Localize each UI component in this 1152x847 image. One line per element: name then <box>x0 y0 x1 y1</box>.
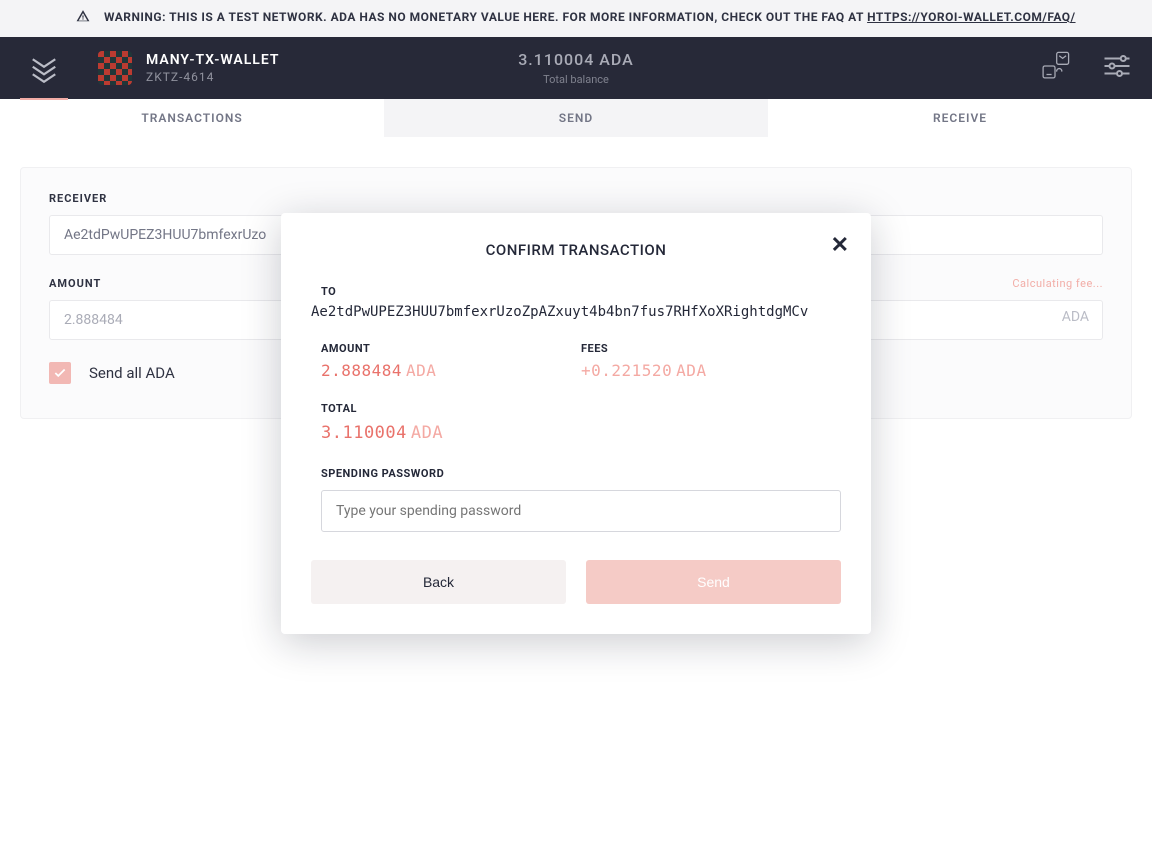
modal-overlay: CONFIRM TRANSACTION ✕ TO Ae2tdPwUPEZ3HUU… <box>0 0 1152 847</box>
to-address: Ae2tdPwUPEZ3HUU7bmfexrUzoZpAZxuyt4b4bn7f… <box>311 304 841 320</box>
spending-password-label: SPENDING PASSWORD <box>321 467 841 480</box>
to-label: TO <box>321 285 841 298</box>
spending-password-input[interactable] <box>321 490 841 532</box>
total-label: TOTAL <box>321 402 841 415</box>
back-button[interactable]: Back <box>311 560 566 604</box>
fees-label: FEES <box>581 342 841 355</box>
modal-title: CONFIRM TRANSACTION <box>311 241 841 259</box>
fees-unit: ADA <box>676 361 706 380</box>
modal-amount-value: 2.888484 <box>321 361 402 380</box>
total-unit: ADA <box>411 423 443 443</box>
modal-amount-label: AMOUNT <box>321 342 581 355</box>
fees-value: +0.221520 <box>581 361 672 380</box>
confirm-transaction-modal: CONFIRM TRANSACTION ✕ TO Ae2tdPwUPEZ3HUU… <box>281 213 871 634</box>
total-value: 3.110004 <box>321 423 407 443</box>
close-icon[interactable]: ✕ <box>831 233 849 258</box>
modal-amount-unit: ADA <box>406 361 436 380</box>
send-button[interactable]: Send <box>586 560 841 604</box>
